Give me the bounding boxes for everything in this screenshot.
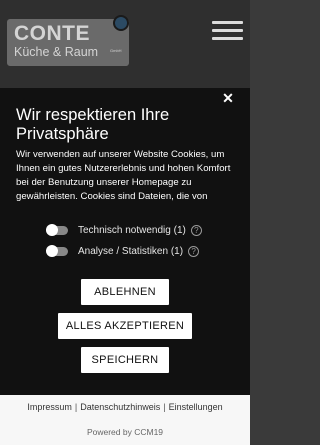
site-header: CONTE Küche & Raum GmbH (0, 0, 250, 88)
analytics-toggle[interactable] (46, 245, 68, 257)
powered-by[interactable]: Powered by CCM19 (0, 427, 250, 437)
footer-links: Impressum | Datenschutzhinweis | Einstellung… (0, 402, 250, 412)
save-button[interactable]: SPEICHERN (81, 347, 169, 373)
technical-toggle-label: Technisch notwendig (1) (78, 224, 186, 236)
logo-dot-icon (113, 15, 129, 31)
cookie-title: Wir respektieren Ihre Privatsphäre (16, 106, 170, 143)
company-logo[interactable]: CONTE Küche & Raum GmbH (7, 19, 129, 66)
privacy-link[interactable]: Datenschutzhinweis (80, 402, 160, 412)
separator: | (74, 402, 78, 412)
accept-all-button[interactable]: ALLES AKZEPTIEREN (58, 313, 192, 339)
close-icon[interactable]: ✕ (221, 91, 235, 105)
toggle-row-technical: Technisch notwendig (1) ? (46, 223, 202, 237)
settings-link[interactable]: Einstellungen (169, 402, 223, 412)
logo-suffix: GmbH (110, 48, 122, 53)
logo-sub-text: Küche & Raum (14, 45, 99, 59)
reject-button[interactable]: ABLEHNEN (81, 279, 169, 305)
separator: | (163, 402, 166, 412)
help-icon[interactable]: ? (190, 224, 202, 236)
toggle-row-analytics: Analyse / Statistiken (1) ? (46, 244, 200, 258)
help-icon[interactable]: ? (188, 245, 200, 257)
technical-toggle[interactable] (46, 224, 68, 236)
cookie-consent-dialog: ✕ Wir respektieren Ihre Privatsphäre Wir… (0, 88, 250, 395)
analytics-toggle-label: Analyse / Statistiken (1) (78, 245, 184, 257)
imprint-link[interactable]: Impressum (27, 402, 72, 412)
cookie-description: Wir verwenden auf unserer Website Cookie… (16, 149, 231, 202)
logo-main-text: CONTE (14, 22, 90, 45)
hamburger-menu-icon[interactable] (212, 21, 243, 41)
cookie-footer: Impressum | Datenschutzhinweis | Einstellung… (0, 395, 250, 445)
